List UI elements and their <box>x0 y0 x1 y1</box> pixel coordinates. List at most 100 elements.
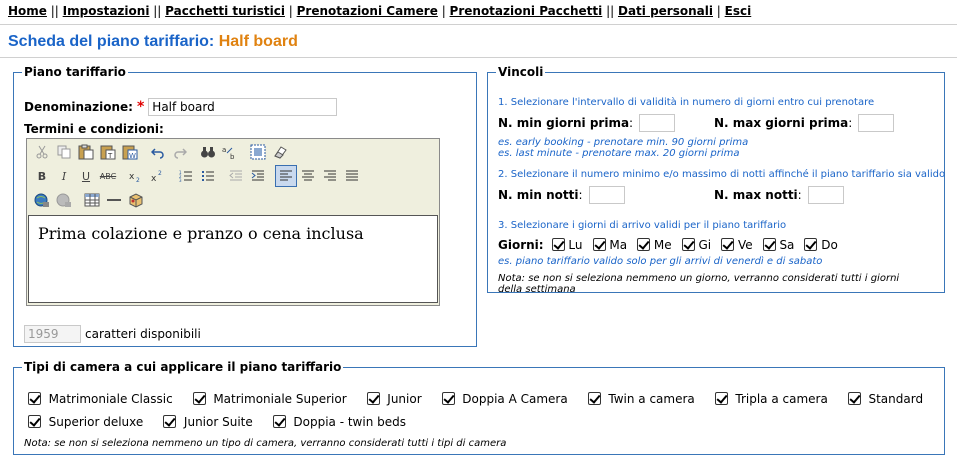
nav-prenotazioni-camere[interactable]: Prenotazioni Camere <box>297 4 438 18</box>
tipi-camera-legend: Tipi di camera a cui applicare il piano … <box>24 360 342 374</box>
svg-text:3: 3 <box>179 178 182 183</box>
outdent-icon[interactable] <box>225 165 247 187</box>
room-option[interactable]: Standard <box>847 392 923 406</box>
vincoli-step-1: 1. Selezionare l'intervallo di validità … <box>498 97 875 108</box>
redo-icon[interactable] <box>169 141 191 163</box>
remove-format-icon[interactable] <box>269 141 291 163</box>
room-option[interactable]: Doppia A Camera <box>441 392 568 406</box>
vincoli-section: Vincoli 1. Selezionare l'intervallo di v… <box>487 65 945 295</box>
nav-home[interactable]: Home <box>8 4 47 18</box>
min-giorni-label: N. min giorni prima <box>498 116 630 130</box>
denominazione-input[interactable] <box>148 98 338 116</box>
room-label: Junior <box>387 392 422 406</box>
day-option[interactable]: Lu <box>551 238 583 252</box>
paste-word-icon[interactable]: W <box>119 141 141 163</box>
justify-icon[interactable] <box>341 165 363 187</box>
min-notti-input[interactable] <box>588 186 625 204</box>
day-option[interactable]: Gi <box>681 238 711 252</box>
room-label: Tripla a camera <box>735 392 828 406</box>
align-right-icon[interactable] <box>319 165 341 187</box>
paste-icon[interactable] <box>75 141 97 163</box>
min-notti-label: N. min notti <box>498 188 579 202</box>
checkbox-checked[interactable] <box>804 238 818 251</box>
cut-icon[interactable] <box>31 141 53 163</box>
room-option[interactable]: Tripla a camera <box>714 392 828 406</box>
min-giorni-input[interactable] <box>639 114 676 132</box>
room-option[interactable]: Matrimoniale Classic <box>28 392 173 406</box>
indent-icon[interactable] <box>247 165 269 187</box>
checkbox-checked[interactable] <box>587 392 601 405</box>
checkbox-checked[interactable] <box>28 415 41 428</box>
ordered-list-icon[interactable]: 123 <box>175 165 197 187</box>
horizontal-rule-icon[interactable] <box>103 189 125 211</box>
room-option[interactable]: Doppia - twin beds <box>272 415 406 429</box>
nav-prenotazioni-pacchetti[interactable]: Prenotazioni Pacchetti <box>450 4 603 18</box>
underline-icon[interactable]: U <box>75 165 97 187</box>
special-char-icon[interactable] <box>125 189 147 211</box>
nav-esci[interactable]: Esci <box>725 4 752 18</box>
max-giorni-input[interactable] <box>858 114 895 132</box>
checkbox-checked[interactable] <box>28 392 41 405</box>
room-option[interactable]: Twin a camera <box>587 392 695 406</box>
link-icon[interactable] <box>31 189 53 211</box>
strikethrough-icon[interactable]: ABC <box>97 165 119 187</box>
nav-dati-personali[interactable]: Dati personali <box>618 4 713 18</box>
editor-content-area[interactable]: Prima colazione e pranzo o cena inclusa <box>28 215 438 303</box>
checkbox-checked[interactable] <box>163 415 177 428</box>
select-all-icon[interactable] <box>247 141 269 163</box>
checkbox-checked[interactable] <box>592 238 606 251</box>
nav-separator: || <box>46 4 63 18</box>
checkbox-checked[interactable] <box>721 238 735 251</box>
room-label: Doppia A Camera <box>462 392 568 406</box>
termini-label: Termini e condizioni: <box>24 122 164 136</box>
room-types-row-1: Matrimoniale Classic Matrimoniale Superi… <box>28 390 923 408</box>
char-counter-label: caratteri disponibili <box>85 327 201 341</box>
room-label: Superior deluxe <box>48 415 144 429</box>
checkbox-checked[interactable] <box>681 238 695 251</box>
room-option[interactable]: Superior deluxe <box>28 415 143 429</box>
italic-icon[interactable]: I <box>53 165 75 187</box>
checkbox-checked[interactable] <box>192 392 206 405</box>
room-option[interactable]: Junior Suite <box>163 415 253 429</box>
piano-tariffario-section: Piano tariffario Denominazione: * Termin… <box>13 65 477 347</box>
day-option[interactable]: Me <box>637 238 672 252</box>
undo-icon[interactable] <box>147 141 169 163</box>
subscript-icon[interactable]: x2 <box>125 165 147 187</box>
nav-separator: || <box>149 4 166 18</box>
vincoli-legend: Vincoli <box>498 65 544 79</box>
unlink-icon[interactable] <box>53 189 75 211</box>
nav-separator: | <box>712 4 725 18</box>
checkbox-checked[interactable] <box>441 392 455 405</box>
align-center-icon[interactable] <box>297 165 319 187</box>
day-option[interactable]: Ma <box>592 238 628 252</box>
copy-icon[interactable] <box>53 141 75 163</box>
checkbox-checked[interactable] <box>272 415 286 428</box>
superscript-icon[interactable]: x2 <box>147 165 169 187</box>
vincoli-step-3: 3. Selezionare i giorni di arrivo validi… <box>498 220 787 231</box>
bold-icon[interactable]: B <box>31 165 53 187</box>
checkbox-checked[interactable] <box>366 392 380 405</box>
room-option[interactable]: Junior <box>366 392 422 406</box>
checkbox-checked[interactable] <box>762 238 776 251</box>
checkbox-checked[interactable] <box>551 238 565 251</box>
replace-icon[interactable]: ab <box>219 141 241 163</box>
example-days: es. piano tariffario valido solo per gli… <box>498 256 823 267</box>
svg-text:T: T <box>107 152 113 160</box>
checkbox-checked[interactable] <box>714 392 728 405</box>
day-option[interactable]: Do <box>804 238 838 252</box>
table-icon[interactable] <box>81 189 103 211</box>
unordered-list-icon[interactable] <box>197 165 219 187</box>
paste-text-icon[interactable]: T <box>97 141 119 163</box>
room-label: Doppia - twin beds <box>293 415 406 429</box>
nav-pacchetti-turistici[interactable]: Pacchetti turistici <box>165 4 285 18</box>
nav-impostazioni[interactable]: Impostazioni <box>63 4 150 18</box>
day-option[interactable]: Sa <box>762 238 794 252</box>
day-label: Ma <box>609 238 628 252</box>
max-notti-input[interactable] <box>807 186 844 204</box>
checkbox-checked[interactable] <box>637 238 651 251</box>
align-left-icon[interactable] <box>275 165 297 187</box>
day-option[interactable]: Ve <box>721 238 753 252</box>
find-icon[interactable] <box>197 141 219 163</box>
checkbox-checked[interactable] <box>847 392 861 405</box>
room-option[interactable]: Matrimoniale Superior <box>192 392 347 406</box>
